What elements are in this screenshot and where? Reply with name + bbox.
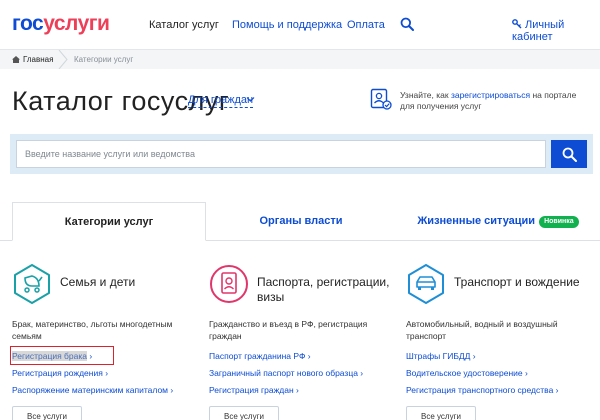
register-link[interactable]: зарегистрироваться	[451, 90, 530, 100]
link-label: Регистрация транспортного средства	[406, 385, 554, 395]
link-citizen-registration[interactable]: Регистрация граждан ›	[209, 385, 299, 395]
link-label: Регистрация рождения	[12, 368, 103, 378]
breadcrumb-home[interactable]: Главная	[12, 50, 53, 69]
search-icon	[562, 147, 577, 162]
car-icon	[408, 264, 444, 304]
category-title[interactable]: Транспорт и вождение	[454, 275, 594, 290]
registration-icon	[370, 88, 392, 110]
tab-life-label: Жизненные ситуации	[417, 215, 536, 227]
breadcrumb-home-label: Главная	[23, 55, 54, 64]
category-description: Автомобильный, водный и воздушный трансп…	[406, 319, 558, 341]
link-vehicle-registration[interactable]: Регистрация транспортного средства ›	[406, 385, 559, 395]
category-title[interactable]: Семья и дети	[60, 275, 200, 290]
link-label: Заграничный паспорт нового образца	[209, 368, 358, 378]
link-maternity-capital[interactable]: Распоряжение материнским капиталом ›	[12, 385, 173, 395]
link-label: Паспорт гражданина РФ	[209, 351, 306, 361]
new-badge: Новинка	[539, 216, 579, 228]
category-description: Брак, материнство, льготы многодетным се…	[12, 319, 173, 341]
breadcrumb-separator	[58, 50, 68, 69]
link-marriage-registration[interactable]: Регистрация брака ›	[12, 351, 92, 361]
category-description: Гражданство и въезд в РФ, регистрация гр…	[209, 319, 368, 341]
home-icon	[12, 56, 20, 63]
breadcrumb-current: Категории услуг	[74, 55, 134, 64]
tab-authorities[interactable]: Органы власти	[206, 202, 396, 241]
chevron-down-icon[interactable]	[246, 96, 255, 103]
search-button[interactable]	[551, 140, 587, 168]
key-icon	[512, 19, 522, 29]
logo-part-1: гос	[12, 12, 44, 35]
search-input[interactable]	[17, 141, 545, 167]
passport-icon	[210, 265, 248, 303]
nav-help[interactable]: Помощь и поддержка	[232, 19, 342, 31]
tab-categories[interactable]: Категории услуг	[12, 202, 206, 241]
link-label: Регистрация брака	[12, 351, 88, 361]
search-icon[interactable]	[400, 17, 414, 31]
link-traffic-fines[interactable]: Штрафы ГИБДД ›	[406, 351, 476, 361]
category-title[interactable]: Паспорта, регистрации, визы	[257, 275, 397, 305]
tab-life-situations[interactable]: Жизненные ситуации Новинка	[396, 202, 600, 241]
all-services-button[interactable]: Все услуги	[12, 406, 82, 420]
logo-part-2: услуги	[43, 12, 110, 35]
link-label: Распоряжение материнским капиталом	[12, 385, 169, 395]
link-birth-registration[interactable]: Регистрация рождения ›	[12, 368, 108, 378]
nav-catalog[interactable]: Каталог услуг	[149, 19, 219, 31]
all-services-button[interactable]: Все услуги	[209, 406, 279, 420]
all-services-button[interactable]: Все услуги	[406, 406, 476, 420]
link-russian-passport[interactable]: Паспорт гражданина РФ ›	[209, 351, 311, 361]
registration-hint: Узнайте, как зарегистрироваться на порта…	[400, 90, 590, 112]
personal-cabinet-link[interactable]: Личный кабинет	[512, 19, 600, 43]
registration-hint-prefix: Узнайте, как	[400, 90, 451, 100]
link-foreign-passport[interactable]: Заграничный паспорт нового образца ›	[209, 368, 363, 378]
link-driver-license[interactable]: Водительское удостоверение ›	[406, 368, 528, 378]
nav-payment[interactable]: Оплата	[347, 19, 385, 31]
audience-selector[interactable]: Для граждан	[188, 94, 254, 108]
stroller-icon	[14, 264, 50, 304]
gosuslugi-logo[interactable]: госуслуги	[12, 12, 110, 36]
link-label: Штрафы ГИБДД	[406, 351, 471, 361]
link-label: Регистрация граждан	[209, 385, 294, 395]
search-box	[16, 140, 546, 168]
link-label: Водительское удостоверение	[406, 368, 523, 378]
top-header: госуслуги Каталог услуг Помощь и поддерж…	[0, 0, 600, 50]
breadcrumb: Главная Категории услуг	[0, 50, 600, 69]
